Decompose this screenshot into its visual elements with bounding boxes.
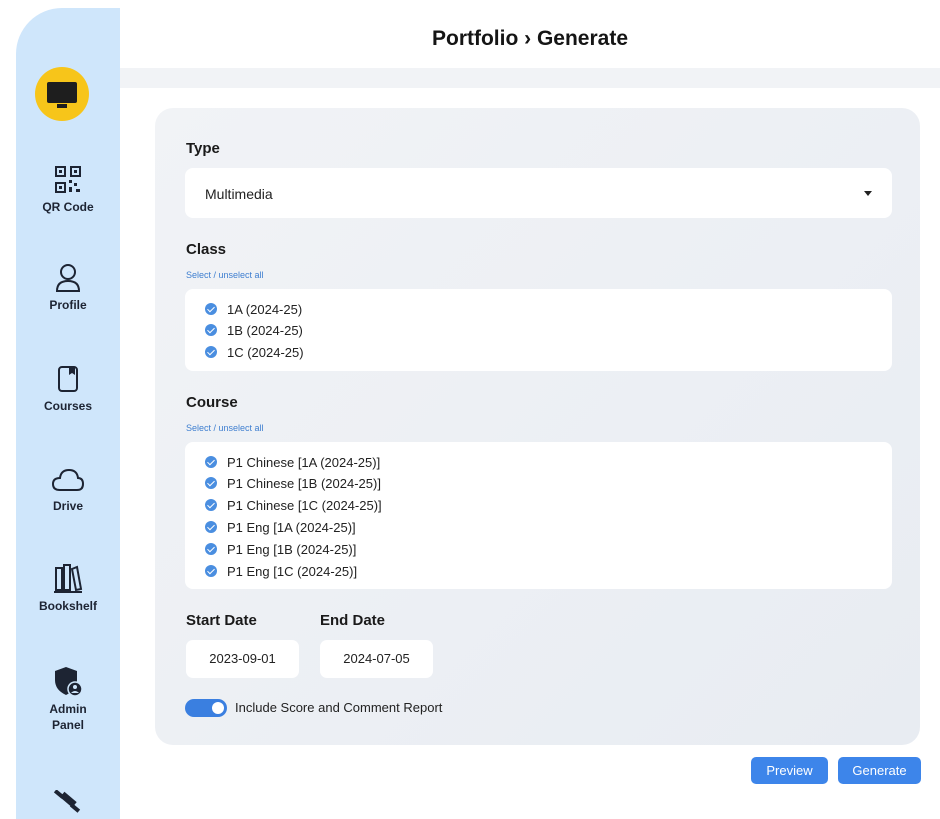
check-icon [205, 303, 217, 315]
check-icon [205, 543, 217, 555]
course-item[interactable]: P1 Chinese [1B (2024-25)] [205, 472, 381, 494]
sidebar-item-qr-code[interactable]: QR Code [16, 165, 120, 215]
sidebar-item-courses[interactable]: Courses [16, 364, 120, 414]
type-select[interactable]: Multimedia [185, 168, 892, 218]
shield-user-icon [55, 667, 83, 697]
course-item-label: P1 Chinese [1B (2024-25)] [227, 475, 381, 491]
sidebar-item-bookshelf[interactable]: Bookshelf [16, 562, 120, 614]
sidebar-item-label: Courses [43, 399, 93, 413]
class-item-label: 1C (2024-25) [227, 344, 304, 360]
page-title: Portfolio › Generate [431, 27, 629, 50]
check-icon [205, 477, 217, 489]
sidebar-item-label: Drive [52, 499, 84, 513]
sidebar-item-label: Admin Panel [49, 702, 87, 732]
app-logo-icon[interactable] [35, 67, 89, 121]
course-select-all-link[interactable]: Select / unselect all [186, 423, 264, 433]
course-item-label: P1 Eng [1A (2024-25)] [227, 519, 356, 535]
cloud-icon [51, 468, 85, 491]
type-select-value: Multimedia [205, 186, 273, 202]
course-item-label: P1 Eng [1C (2024-25)] [227, 563, 358, 579]
class-item-label: 1A (2024-25) [227, 301, 303, 317]
course-item[interactable]: P1 Eng [1A (2024-25)] [205, 516, 356, 538]
check-icon [205, 456, 217, 468]
books-icon [54, 564, 83, 593]
check-icon [205, 346, 217, 358]
sidebar-item-admin-panel[interactable]: Admin Panel [16, 665, 120, 733]
preview-button[interactable]: Preview [751, 757, 828, 784]
course-item-label: P1 Eng [1B (2024-25)] [227, 541, 357, 557]
generate-button[interactable]: Generate [838, 757, 921, 784]
class-item[interactable]: 1B (2024-25) [205, 319, 303, 341]
class-list: 1A (2024-25) 1B (2024-25) 1C (2024-25) [185, 289, 892, 371]
type-label: Type [186, 140, 220, 157]
check-icon [205, 324, 217, 336]
sidebar-item-label: Profile [49, 298, 87, 312]
class-select-all-link[interactable]: Select / unselect all [186, 270, 264, 280]
header-divider [120, 68, 940, 88]
user-icon [55, 264, 81, 292]
book-icon [58, 366, 78, 392]
class-item[interactable]: 1A (2024-25) [205, 298, 302, 320]
check-icon [205, 499, 217, 511]
start-date-input[interactable]: 2023-09-01 [186, 640, 299, 678]
course-item-label: P1 Chinese [1C (2024-25)] [227, 497, 382, 513]
end-date-input[interactable]: 2024-07-05 [320, 640, 433, 678]
course-list: P1 Chinese [1A (2024-25)] P1 Chinese [1B… [185, 442, 892, 589]
sidebar-item-profile[interactable]: Profile [16, 263, 120, 313]
course-item-label: P1 Chinese [1A (2024-25)] [227, 454, 381, 470]
check-icon [205, 521, 217, 533]
sidebar-item-label: QR Code [42, 200, 94, 214]
course-item[interactable]: P1 Eng [1B (2024-25)] [205, 538, 356, 560]
class-label: Class [186, 241, 227, 258]
course-item[interactable]: P1 Chinese [1A (2024-25)] [205, 451, 380, 473]
check-icon [205, 565, 217, 577]
course-item[interactable]: P1 Eng [1C (2024-25)] [205, 560, 357, 582]
sidebar-item-label: Bookshelf [38, 599, 97, 613]
qr-code-icon [55, 166, 81, 193]
course-item[interactable]: P1 Chinese [1C (2024-25)] [205, 494, 382, 516]
sidebar-item-drive[interactable]: Drive [16, 464, 120, 514]
start-date-label: Start Date [186, 612, 257, 629]
include-report-toggle[interactable] [185, 699, 227, 717]
gavel-icon[interactable] [50, 790, 86, 819]
class-item[interactable]: 1C (2024-25) [205, 341, 304, 363]
header: Portfolio › Generate [120, 0, 940, 68]
caret-down-icon [864, 191, 872, 196]
toggle-knob [212, 702, 224, 714]
class-item-label: 1B (2024-25) [227, 322, 303, 338]
end-date-label: End Date [320, 612, 386, 629]
course-label: Course [186, 394, 238, 411]
include-report-label: Include Score and Comment Report [235, 700, 443, 715]
